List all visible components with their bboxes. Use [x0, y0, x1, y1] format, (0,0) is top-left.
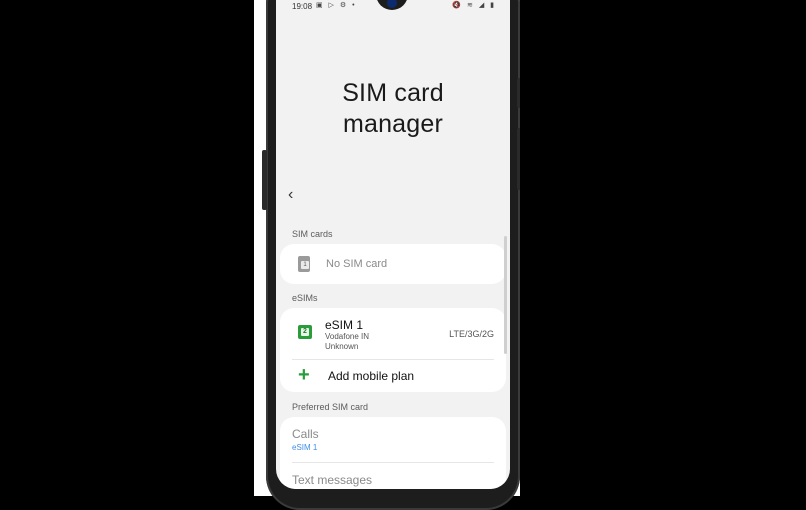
back-icon[interactable]: ‹ — [288, 186, 304, 204]
text-messages-label: Text messages — [292, 473, 373, 487]
bixby-button — [262, 150, 267, 210]
esim-carrier: Vodafone IN — [325, 332, 370, 341]
esim-row[interactable]: 2 eSIM 1 Vodafone IN Unknown LTE/3G/2G — [280, 308, 506, 358]
add-mobile-plan-button[interactable]: + Add mobile plan — [280, 360, 506, 392]
esim-icon: 2 — [298, 325, 312, 339]
page-title: SIM card manager — [276, 78, 510, 140]
esim-name: eSIM 1 — [325, 318, 364, 332]
esims-card: 2 eSIM 1 Vodafone IN Unknown LTE/3G/2G +… — [280, 308, 506, 392]
esim-slot-number: 2 — [301, 328, 309, 336]
status-time: 19:08 — [292, 2, 313, 11]
add-mobile-plan-label: Add mobile plan — [328, 369, 415, 383]
calls-label: Calls — [292, 427, 319, 441]
preferred-text-messages-row[interactable]: Text messages — [280, 463, 506, 489]
esim-number: Unknown — [325, 342, 359, 351]
right-background — [520, 0, 806, 496]
page-title-line2: manager — [342, 110, 444, 138]
sim-cards-card: 1 No SIM card — [280, 244, 506, 284]
scrollbar[interactable] — [504, 236, 507, 354]
phone-screen: 19:08 ▣ ▷ ⚙ • 🔇 ≋ ◢ ▮ SIM card manager ‹… — [276, 0, 510, 489]
sim-card-label: No SIM card — [326, 258, 388, 270]
notification-icons: ▣ ▷ ⚙ • — [316, 2, 357, 9]
sim-card-row[interactable]: 1 No SIM card — [280, 244, 506, 284]
left-background — [0, 0, 254, 496]
preferred-sim-section-label: Preferred SIM card — [292, 402, 369, 412]
calls-value: eSIM 1 — [292, 443, 318, 452]
sim-cards-section-label: SIM cards — [292, 229, 333, 239]
add-icon: + — [298, 364, 310, 386]
preferred-calls-row[interactable]: Calls eSIM 1 — [280, 417, 506, 462]
sim-slot-number: 1 — [301, 261, 309, 269]
system-status-icons: 🔇 ≋ ◢ ▮ — [452, 2, 496, 9]
esim-network-type: LTE/3G/2G — [449, 329, 494, 339]
page-title-line1: SIM card — [342, 79, 444, 107]
esims-section-label: eSIMs — [292, 293, 318, 303]
preferred-sim-card: Calls eSIM 1 Text messages — [280, 417, 506, 489]
sim-card-icon: 1 — [298, 256, 310, 272]
